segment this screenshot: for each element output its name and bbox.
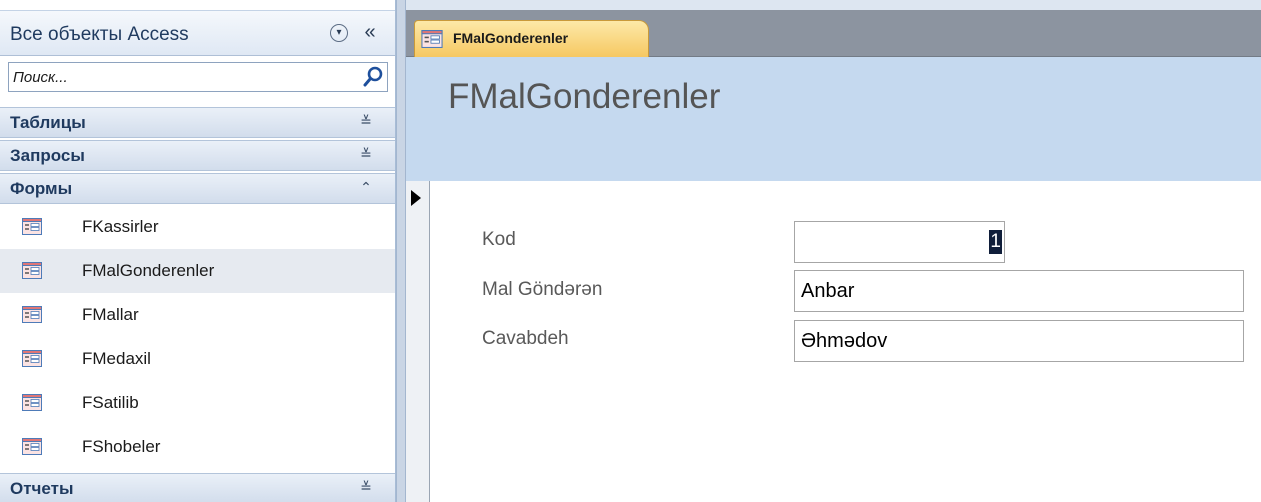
form-title: FMalGonderenler xyxy=(448,77,721,116)
search-icon[interactable] xyxy=(362,66,384,88)
form-detail: Kod 1 Mal Göndərən Anbar Cavabdeh Əhmədo… xyxy=(431,181,1261,502)
nav-group-tables[interactable]: Таблицы ≚ xyxy=(0,107,395,138)
nav-group-reports[interactable]: Отчеты ≚ xyxy=(0,473,395,502)
form-icon xyxy=(22,262,42,279)
nav-item-fkassirler[interactable]: FKassirler xyxy=(0,205,395,249)
document-top-border xyxy=(406,0,1261,10)
form-icon xyxy=(22,394,42,411)
form-icon xyxy=(22,350,42,367)
form-icon xyxy=(22,306,42,323)
form-icon xyxy=(421,30,443,48)
nav-group-label: Запросы xyxy=(10,146,85,165)
chevron-down-circle-icon[interactable]: ▾ xyxy=(330,24,348,42)
nav-group-label: Отчеты xyxy=(10,479,74,498)
nav-item-label: FKassirler xyxy=(82,217,159,236)
nav-item-fmalgonderenler[interactable]: FMalGonderenler xyxy=(0,249,395,293)
search-input[interactable] xyxy=(9,63,359,91)
field-label-cavabdeh: Cavabdeh xyxy=(482,328,569,349)
nav-item-fmallar[interactable]: FMallar xyxy=(0,293,395,337)
nav-item-label: FMedaxil xyxy=(82,349,151,368)
kod-field[interactable]: 1 xyxy=(794,221,1005,263)
nav-item-fsatilib[interactable]: FSatilib xyxy=(0,381,395,425)
nav-item-label: FSatilib xyxy=(82,393,139,412)
nav-item-label: FMalGonderenler xyxy=(82,261,215,280)
search-box xyxy=(8,62,388,92)
field-label-mal-gonderen: Mal Göndərən xyxy=(482,279,603,300)
nav-item-label: FMallar xyxy=(82,305,139,324)
mal-gonderen-field[interactable]: Anbar xyxy=(794,270,1244,312)
cavabdeh-field[interactable]: Əhmədov xyxy=(794,320,1244,362)
double-chevron-up-icon[interactable]: ⌃ xyxy=(356,179,376,196)
nav-item-fshobeler[interactable]: FShobeler xyxy=(0,425,395,469)
field-label-kod: Kod xyxy=(482,229,516,250)
kod-value: 1 xyxy=(989,230,1002,254)
form-header: FMalGonderenler xyxy=(406,57,1261,181)
nav-group-label: Таблицы xyxy=(10,113,86,132)
nav-item-label: FShobeler xyxy=(82,437,161,456)
nav-pane-header[interactable]: Все объекты Access ▾ « xyxy=(0,10,395,56)
double-chevron-down-icon[interactable]: ≚ xyxy=(356,113,376,130)
form-icon xyxy=(22,438,42,455)
document-tab-bar: FMalGonderenler xyxy=(406,10,1261,57)
nav-item-fmedaxil[interactable]: FMedaxil xyxy=(0,337,395,381)
current-record-arrow-icon xyxy=(411,190,421,206)
form-icon xyxy=(22,218,42,235)
pane-splitter[interactable] xyxy=(396,0,406,502)
nav-group-label: Формы xyxy=(10,179,73,198)
mal-gonderen-value: Anbar xyxy=(801,280,855,302)
navigation-pane: Все объекты Access ▾ « Таблицы ≚ Запросы… xyxy=(0,0,396,502)
nav-group-forms[interactable]: Формы ⌃ xyxy=(0,173,395,204)
tab-label: FMalGonderenler xyxy=(453,30,569,46)
double-chevron-left-icon[interactable]: « xyxy=(358,20,382,44)
cavabdeh-value: Əhmədov xyxy=(801,330,888,352)
nav-group-queries[interactable]: Запросы ≚ xyxy=(0,140,395,171)
tab-fmalgonderenler[interactable]: FMalGonderenler xyxy=(414,20,649,57)
double-chevron-down-icon[interactable]: ≚ xyxy=(356,146,376,163)
nav-pane-title[interactable]: Все объекты Access xyxy=(10,24,189,46)
double-chevron-down-icon[interactable]: ≚ xyxy=(356,479,376,496)
record-selector[interactable] xyxy=(406,181,430,502)
